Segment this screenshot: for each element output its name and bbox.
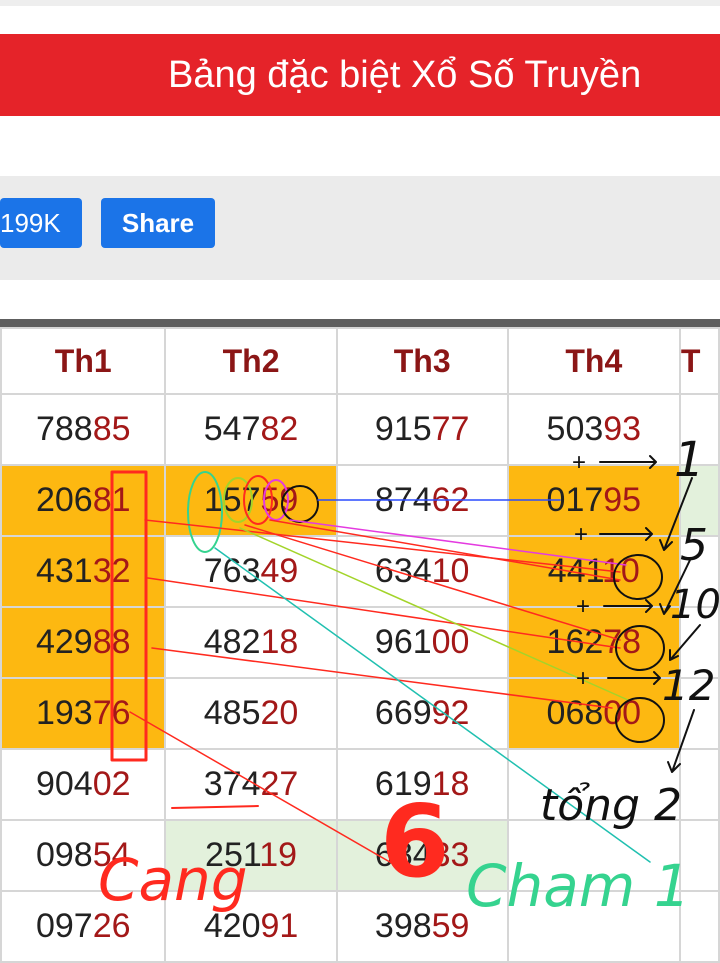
circle-marker [187, 471, 223, 553]
annotation-total: tổng 2 [540, 780, 682, 831]
annotation-cang: Cang [98, 846, 248, 914]
annotation-cham: Cham 1 [466, 852, 691, 920]
handwritten-annotations: + + + + 1 5 10 12 tổng 2 6 Cang Cham 1 [98, 432, 720, 920]
annotation-label-5: 5 [680, 520, 708, 571]
plus-mark: + [576, 593, 590, 620]
circle-marker [243, 475, 273, 525]
plus-mark: + [572, 449, 586, 476]
plus-mark: + [574, 521, 588, 548]
annotation-label-12: 12 [662, 661, 715, 710]
column-highlight-box [110, 470, 148, 762]
annotation-label-10: 10 [670, 582, 720, 628]
plus-mark: + [576, 665, 590, 692]
annotation-label-1: 1 [674, 432, 705, 488]
annotation-six: 6 [380, 783, 450, 900]
